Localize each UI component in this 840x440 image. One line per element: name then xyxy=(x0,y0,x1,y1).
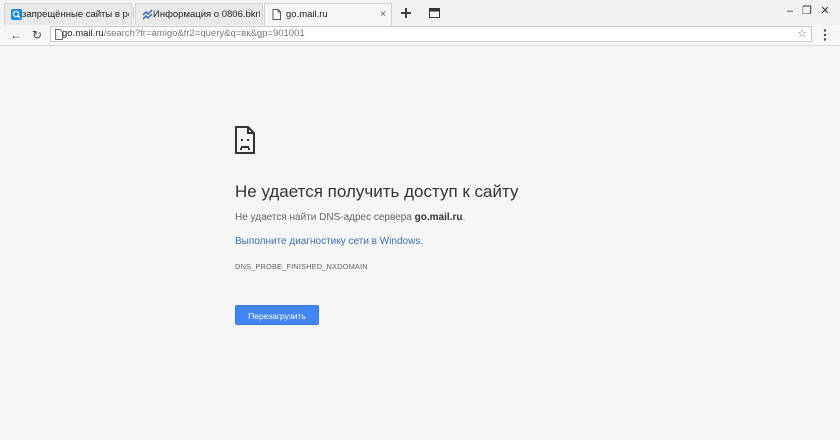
back-button[interactable]: ← xyxy=(7,26,25,44)
error-code: DNS_PROBE_FINISHED_NXDOMAIN xyxy=(235,262,368,271)
bkrbets-favicon-icon xyxy=(142,9,153,20)
tab-label: go.mail.ru xyxy=(286,9,328,20)
tab-strip: запрещённые сайты в россии Информация о … xyxy=(0,0,840,26)
tab-switcher-icon xyxy=(428,8,440,18)
tab-label: запрещённые сайты в россии xyxy=(22,9,129,20)
reload-button[interactable]: Перезагрузить xyxy=(235,305,319,325)
restore-button[interactable]: ❐ xyxy=(797,2,817,20)
close-icon: ✕ xyxy=(820,5,830,17)
plus-icon xyxy=(401,8,411,18)
menu-dots-icon[interactable] xyxy=(818,26,832,44)
url-host: go.mail.ru xyxy=(62,28,104,39)
network-diagnostics-link[interactable]: Выполните диагностику сети в Windows. xyxy=(235,236,423,247)
tab-switcher-button[interactable] xyxy=(425,4,443,22)
tab-search-results[interactable]: запрещённые сайты в россии xyxy=(4,3,132,25)
new-tab-button[interactable] xyxy=(397,4,415,22)
tab-divider xyxy=(133,7,134,19)
minimize-icon: – xyxy=(786,5,794,17)
tab-bkrbets-info[interactable]: Информация о 0806.bkrbets.ru xyxy=(135,3,263,25)
restore-icon: ❐ xyxy=(802,5,812,17)
tab-go-mail-ru[interactable]: go.mail.ru × xyxy=(264,3,392,26)
close-window-button[interactable]: ✕ xyxy=(815,2,835,20)
error-message: Не удается найти DNS-адрес сервера go.ma… xyxy=(235,212,465,223)
search-favicon-icon xyxy=(11,9,22,20)
address-bar[interactable]: go.mail.ru/search?fr=amigo&fr2=query&q=в… xyxy=(50,26,812,42)
url-path: /search?fr=amigo&fr2=query&q=вк&gp=90100… xyxy=(103,28,305,39)
sad-page-icon xyxy=(235,126,255,154)
tab-label: Информация о 0806.bkrbets.ru xyxy=(153,9,260,20)
page-icon xyxy=(272,9,281,20)
error-title: Не удается получить доступ к сайту xyxy=(235,182,519,201)
error-host: go.mail.ru xyxy=(414,212,463,223)
close-tab-icon[interactable]: × xyxy=(380,4,386,25)
bookmark-star-icon[interactable]: ☆ xyxy=(797,27,807,41)
back-arrow-icon: ← xyxy=(10,28,22,42)
url-text[interactable]: go.mail.ru/search?fr=amigo&fr2=query&q=в… xyxy=(62,27,305,41)
reload-toolbar-button[interactable]: ↻ xyxy=(28,26,46,44)
reload-icon: ↻ xyxy=(31,28,43,42)
error-message-suffix: . xyxy=(462,212,466,223)
toolbar: ← ↻ go.mail.ru/search?fr=amigo&fr2=query… xyxy=(0,25,840,46)
error-message-text: Не удается найти DNS-адрес сервера xyxy=(235,212,415,223)
